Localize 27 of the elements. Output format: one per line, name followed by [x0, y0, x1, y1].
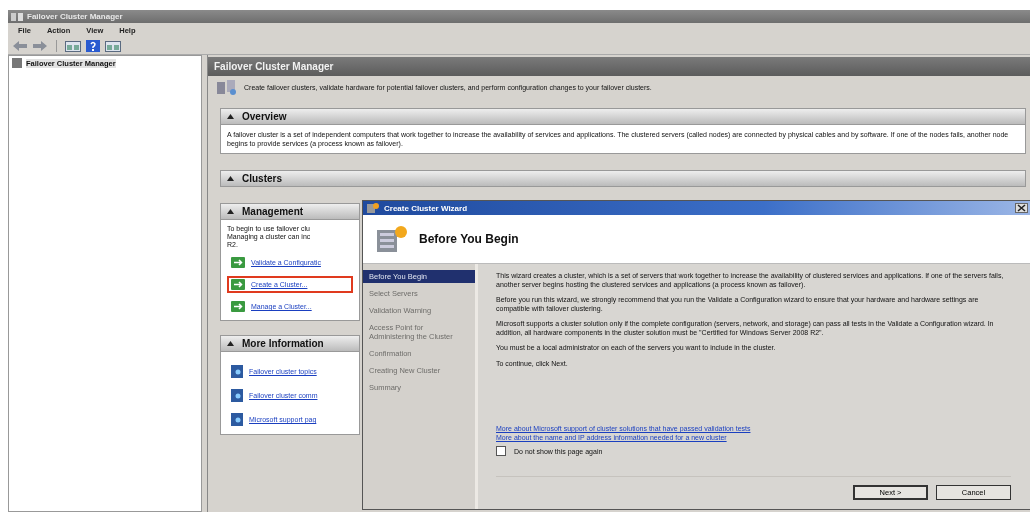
arrow-icon — [231, 301, 245, 312]
help-icon[interactable] — [85, 40, 101, 52]
section-header[interactable]: Overview — [220, 108, 1026, 125]
pane-icon[interactable] — [105, 40, 121, 52]
app-icon — [10, 10, 24, 23]
section-header[interactable]: Management — [220, 203, 360, 220]
dialog-title: Create Cluster Wizard — [384, 203, 469, 213]
section-header[interactable]: Clusters — [220, 170, 1026, 187]
collapse-icon — [227, 341, 234, 346]
arrow-icon — [231, 279, 245, 290]
help-book-icon — [231, 365, 243, 378]
panel-title: Failover Cluster Manager — [208, 57, 1030, 76]
section-header[interactable]: More Information — [220, 335, 360, 352]
arrow-icon — [231, 257, 245, 268]
page-heading: Before You Begin — [419, 232, 519, 246]
help-book-icon — [231, 389, 243, 402]
checkbox[interactable] — [496, 446, 506, 456]
server-icon — [375, 224, 409, 254]
pane-icon[interactable] — [65, 40, 81, 52]
collapse-icon — [227, 209, 234, 214]
collapse-icon — [227, 176, 234, 181]
close-icon — [1017, 204, 1026, 212]
wizard-icon — [366, 202, 380, 214]
collapse-icon — [227, 114, 234, 119]
help-book-icon — [231, 413, 243, 426]
close-button[interactable] — [1015, 203, 1028, 213]
window-title: Failover Cluster Manager — [27, 12, 123, 21]
